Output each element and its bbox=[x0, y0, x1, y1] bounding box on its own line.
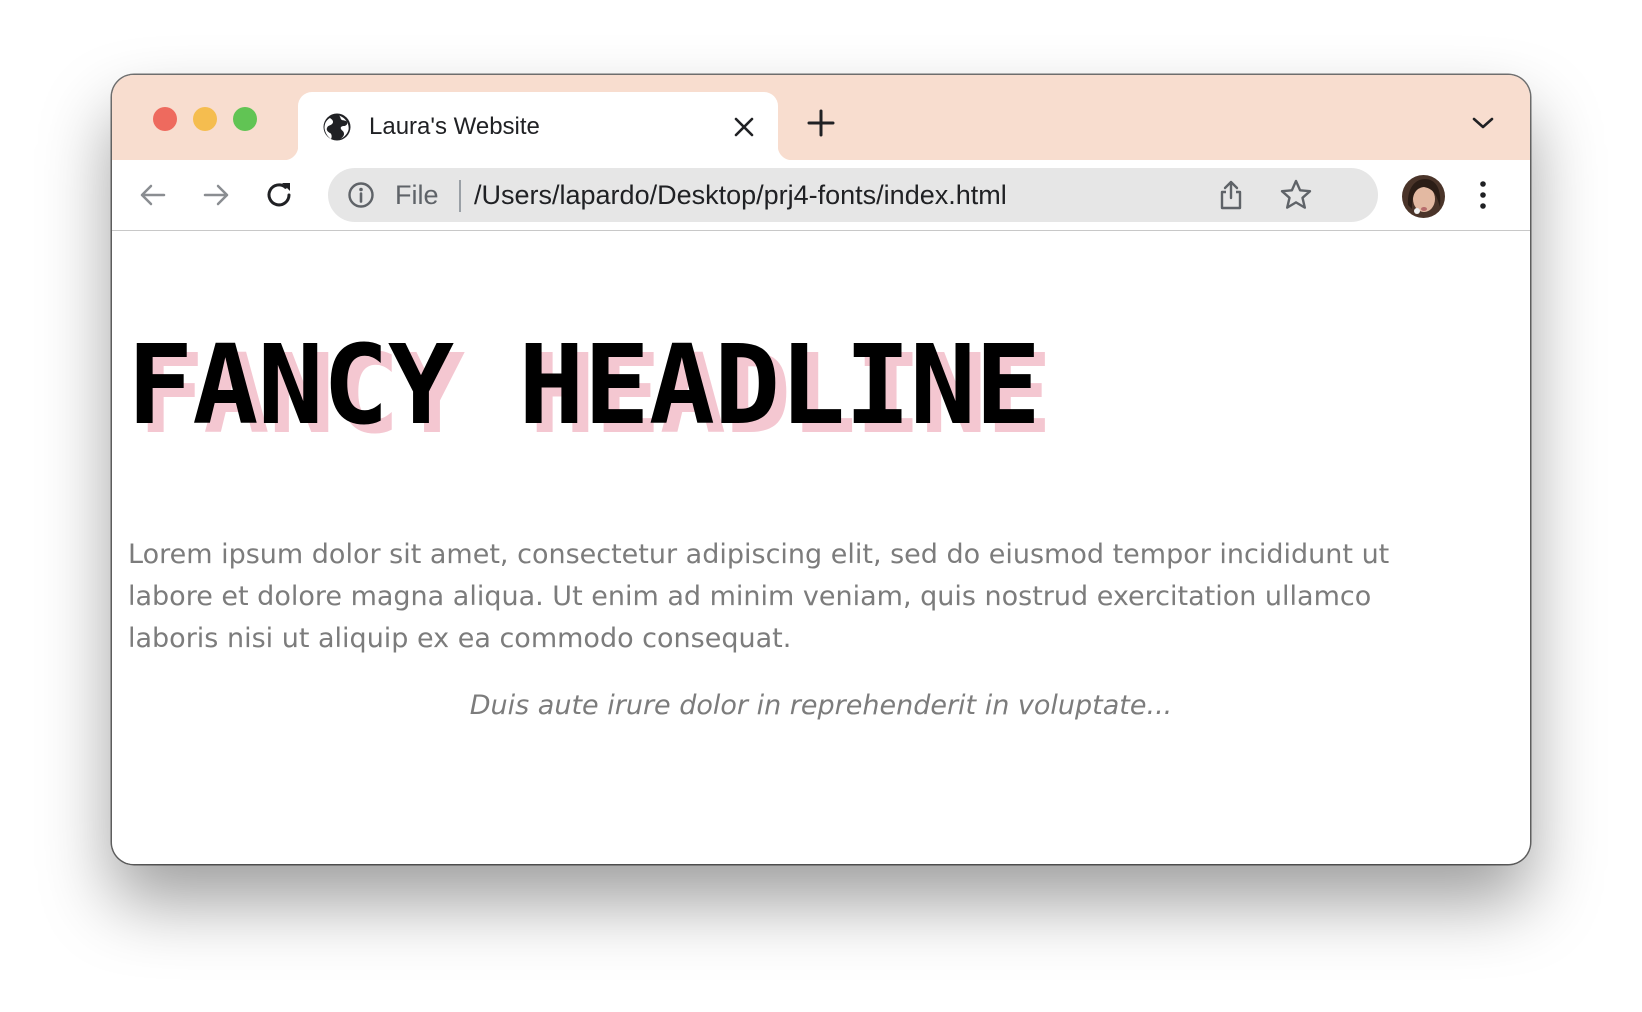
page-content: FANCY HEADLINE Lorem ipsum dolor sit ame… bbox=[112, 232, 1530, 864]
back-arrow-icon[interactable] bbox=[137, 179, 169, 211]
url-scheme-label: File bbox=[395, 180, 439, 210]
tab-active[interactable]: Laura's Website bbox=[284, 92, 792, 160]
new-tab-plus-icon[interactable] bbox=[806, 108, 836, 138]
close-window-button[interactable] bbox=[153, 107, 177, 131]
toolbar: File /Users/lapardo/Desktop/prj4-fonts/i… bbox=[112, 160, 1530, 231]
profile-photo-icon bbox=[1402, 175, 1445, 218]
tab-strip: Laura's Website bbox=[112, 75, 1530, 160]
page-headline: FANCY HEADLINE bbox=[127, 321, 1041, 449]
globe-icon bbox=[323, 113, 351, 141]
zoom-window-button[interactable] bbox=[233, 107, 257, 131]
tab-title: Laura's Website bbox=[369, 113, 540, 140]
close-icon[interactable] bbox=[732, 115, 756, 139]
reload-icon[interactable] bbox=[263, 179, 295, 211]
chevron-down-icon[interactable] bbox=[1472, 115, 1494, 131]
minimize-window-button[interactable] bbox=[193, 107, 217, 131]
share-icon[interactable] bbox=[1216, 179, 1246, 211]
address-bar[interactable]: File /Users/lapardo/Desktop/prj4-fonts/i… bbox=[328, 168, 1378, 222]
info-icon[interactable] bbox=[347, 181, 375, 209]
url-text[interactable]: /Users/lapardo/Desktop/prj4-fonts/index.… bbox=[474, 180, 1007, 210]
body-paragraph: Lorem ipsum dolor sit amet, consectetur … bbox=[128, 539, 1390, 654]
browser-window: Laura's Website File /Users/lapardo/Desk… bbox=[112, 75, 1530, 864]
omnibox-divider bbox=[459, 180, 461, 212]
more-menu-icon[interactable] bbox=[1473, 178, 1493, 212]
italic-quote: Duis aute irure dolor in reprehenderit i… bbox=[469, 690, 1173, 721]
forward-arrow-icon[interactable] bbox=[200, 179, 232, 211]
avatar[interactable] bbox=[1402, 175, 1445, 218]
star-icon[interactable] bbox=[1279, 178, 1313, 212]
